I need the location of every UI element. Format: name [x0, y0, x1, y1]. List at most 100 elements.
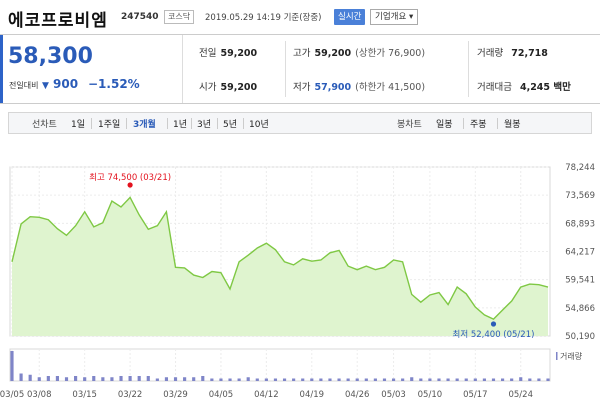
volume-bar [92, 376, 96, 381]
volume-bar [74, 376, 78, 381]
stat-volume: 거래량 72,718 [477, 47, 548, 61]
stat-value: 72,718 [511, 48, 548, 59]
period-1y[interactable]: 1년 [173, 117, 187, 130]
volume-bar [510, 378, 514, 381]
stat-label: 시가 [199, 82, 217, 93]
volume-bar [410, 377, 414, 381]
separator [91, 118, 92, 129]
change-label: 전일대비 [9, 81, 39, 90]
period-10y[interactable]: 10년 [249, 117, 269, 130]
volume-bar [464, 378, 468, 381]
realtime-button[interactable]: 실시간 [334, 9, 366, 25]
stat-label: 거래대금 [477, 82, 512, 93]
x-tick-label: 03/08 [27, 390, 52, 400]
volume-bar [64, 377, 69, 381]
volume-bar [537, 378, 541, 381]
volume-area [9, 348, 551, 382]
volume-bar [192, 377, 196, 381]
period-1w[interactable]: 1주일 [98, 117, 120, 130]
volume-bar [228, 378, 232, 381]
volume-bar [319, 378, 323, 381]
x-tick-label: 03/29 [163, 390, 188, 400]
volume-bar [101, 377, 105, 381]
period-5y[interactable]: 5년 [223, 117, 237, 130]
volume-bar [292, 378, 296, 381]
stat-value: 59,200 [314, 48, 352, 59]
x-tick-label: 05/24 [508, 390, 533, 400]
x-tick-label: 04/19 [300, 390, 325, 400]
price-chart-svg: 78,244 73,569 68,893 64,217 59,541 54,866 50,1… [0, 163, 595, 400]
volume-bar [310, 378, 314, 381]
accent-bar [0, 35, 3, 103]
upper-limit: (상한가 76,900) [355, 48, 426, 59]
y-tick-label: 50,190 [565, 332, 595, 342]
low-annotation: 최저 52,400 (05/21) [453, 329, 535, 340]
volume-bar [373, 378, 377, 381]
volume-bar [28, 374, 32, 381]
volume-bar [155, 378, 159, 381]
volume-bar [146, 376, 150, 381]
period-3m[interactable]: 3개월 [133, 117, 156, 130]
volume-bar [528, 378, 532, 381]
volume-bar [501, 378, 505, 381]
x-tick-label: 05/03 [381, 390, 406, 400]
candle-daily[interactable]: 일봉 [436, 117, 453, 130]
y-tick-label: 68,893 [565, 219, 595, 229]
timestamp: 2019.05.29 14:19 기준(장중) [205, 13, 322, 23]
separator [497, 118, 498, 129]
x-tick-label: 03/15 [72, 390, 97, 400]
volume-bar [173, 377, 178, 381]
stock-header: 에코프로비엠 247540 코스닥 2019.05.29 14:19 기준(장중… [0, 0, 600, 34]
volume-bar [328, 378, 332, 381]
candle-weekly[interactable]: 주봉 [470, 117, 487, 130]
current-price: 58,300 [8, 44, 93, 69]
volume-bar [419, 378, 423, 381]
volume-legend-swatch [556, 352, 558, 360]
volume-bar [282, 378, 287, 381]
stat-label: 거래량 [477, 48, 504, 59]
price-summary: 58,300 전일대비 ▼ 900 −1.52% 전일 59,200 시가 59,2… [0, 34, 600, 104]
separator [463, 118, 464, 129]
volume-bar [337, 378, 341, 381]
company-info-dropdown[interactable]: 기업개요 ▾ [370, 9, 419, 25]
separator [191, 118, 192, 129]
line-chart-label: 선차트 [32, 120, 57, 130]
y-tick-label: 73,569 [565, 191, 595, 201]
x-tick-label: 04/05 [209, 390, 234, 400]
volume-bar [55, 376, 59, 381]
volume-bar [19, 373, 23, 381]
candle-monthly[interactable]: 월봉 [504, 117, 521, 130]
volume-bar [437, 378, 441, 381]
separator [217, 118, 218, 129]
volume-bar [46, 376, 50, 381]
low-marker [490, 321, 497, 327]
high-annotation: 최고 74,500 (03/21) [89, 172, 171, 183]
volume-bar [264, 378, 268, 381]
stat-prev-close: 전일 59,200 [199, 47, 257, 61]
company-name: 에코프로비엠 [8, 11, 108, 31]
volume-bar [183, 377, 187, 381]
period-3y[interactable]: 3년 [197, 117, 211, 130]
stat-high: 고가 59,200 (상한가 76,900) [293, 47, 425, 61]
period-selector: 선차트 1일 1주일 3개월 1년 3년 5년 10년 봉차트 일봉 주봉 월봉 [8, 112, 592, 134]
volume-bar [401, 378, 405, 381]
volume-bar [110, 377, 114, 381]
x-tick-label: 05/17 [463, 390, 488, 400]
volume-bar [519, 377, 523, 381]
x-tick-label: 04/12 [254, 390, 279, 400]
price-chart: 78,244 73,569 68,893 64,217 59,541 54,866 50,1… [0, 156, 600, 410]
volume-bar [83, 377, 87, 381]
volume-bar [137, 376, 141, 381]
volume-bar [210, 378, 214, 381]
volume-bar [37, 377, 41, 381]
stat-value: 57,900 [314, 82, 352, 93]
stat-value: 4,245 백만 [519, 82, 571, 93]
stat-open: 시가 59,200 [199, 81, 257, 95]
separator [167, 118, 168, 129]
divider [285, 41, 286, 97]
period-1d[interactable]: 1일 [71, 117, 85, 130]
volume-bar [482, 378, 486, 381]
x-tick-label: 04/26 [345, 390, 370, 400]
high-marker [127, 182, 133, 188]
volume-bar [273, 378, 278, 381]
